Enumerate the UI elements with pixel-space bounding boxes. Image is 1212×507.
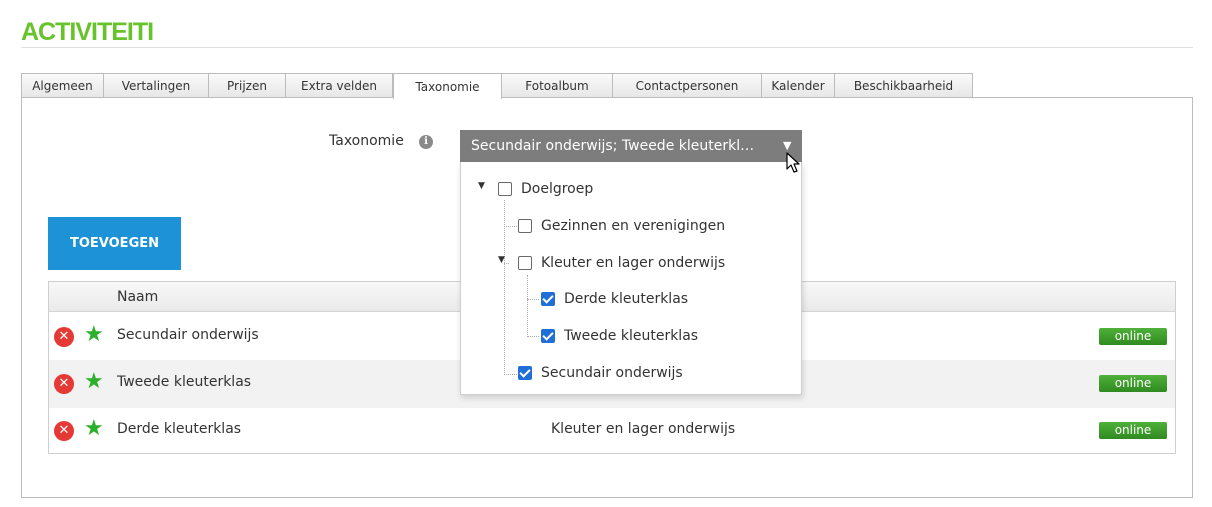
tab-contactpersonen[interactable]: Contactpersonen (613, 73, 762, 98)
checkbox[interactable] (518, 219, 532, 233)
mouse-cursor-icon (786, 152, 800, 173)
star-icon[interactable]: ★ (84, 417, 104, 441)
tab-vertalingen[interactable]: Vertalingen (104, 73, 209, 98)
delete-icon[interactable]: ✕ (54, 374, 74, 394)
tree-item-gezinnen[interactable]: Gezinnen en verenigingen (518, 215, 725, 237)
add-button[interactable]: TOEVOEGEN (48, 217, 181, 270)
taxonomy-select[interactable]: Secundair onderwijs; Tweede kleuterkl… ▼ (460, 130, 802, 162)
status-badge[interactable]: online (1099, 375, 1167, 392)
tree-item-label: Tweede kleuterklas (564, 328, 699, 344)
checkbox[interactable] (518, 256, 532, 270)
table-row: ✕ ★ Derde kleuterklas Kleuter en lager o… (49, 407, 1175, 455)
status-badge[interactable]: online (1099, 328, 1167, 345)
taxonomy-label: Taxonomie (329, 133, 404, 149)
tree-item-doelgroep[interactable]: Doelgroep (498, 178, 593, 200)
tree-connector (504, 226, 517, 227)
chevron-down-icon: ▼ (783, 139, 792, 152)
panel-bottom-border (21, 497, 1193, 498)
expand-triangle-icon[interactable]: ▼ (478, 181, 485, 191)
tree-item-label: Gezinnen en verenigingen (541, 218, 726, 234)
status-badge[interactable]: online (1099, 422, 1167, 439)
tree-item-kleuter-lager[interactable]: Kleuter en lager onderwijs (518, 252, 725, 274)
taxonomy-select-value: Secundair onderwijs; Tweede kleuterkl… (471, 138, 755, 154)
star-icon[interactable]: ★ (84, 370, 104, 394)
tab-prijzen[interactable]: Prijzen (209, 73, 286, 98)
tab-extra-velden[interactable]: Extra velden (286, 73, 393, 98)
row-name: Derde kleuterklas (117, 421, 242, 437)
star-icon[interactable]: ★ (84, 323, 104, 347)
taxonomy-dropdown: ▼ Doelgroep Gezinnen en verenigingen ▼ K… (460, 162, 802, 395)
tree-item-label: Doelgroep (521, 181, 594, 197)
row-name: Secundair onderwijs (117, 327, 259, 343)
row-name: Tweede kleuterklas (117, 374, 252, 390)
info-icon[interactable]: i (419, 135, 433, 149)
tree-connector (527, 336, 539, 337)
checkbox[interactable] (498, 182, 512, 196)
tab-beschikbaarheid[interactable]: Beschikbaarheid (835, 73, 973, 98)
tab-bar: Algemeen Vertalingen Prijzen Extra velde… (21, 73, 973, 99)
expand-triangle-icon[interactable]: ▼ (498, 255, 505, 265)
tree-item-label: Secundair onderwijs (541, 365, 683, 381)
title-divider (21, 47, 1193, 48)
tab-kalender[interactable]: Kalender (762, 73, 835, 98)
tree-connector (527, 299, 539, 300)
tree-item-secundair[interactable]: Secundair onderwijs (518, 362, 683, 384)
tree-connector (527, 275, 528, 337)
checkbox-checked[interactable] (541, 329, 555, 343)
tab-fotoalbum[interactable]: Fotoalbum (502, 73, 613, 98)
tree-item-label: Kleuter en lager onderwijs (541, 255, 726, 271)
page-title: ACTIVITEITI (21, 18, 154, 46)
delete-icon[interactable]: ✕ (54, 327, 74, 347)
checkbox-checked[interactable] (541, 292, 555, 306)
delete-icon[interactable]: ✕ (54, 421, 74, 441)
checkbox-checked[interactable] (518, 366, 532, 380)
tree-connector (504, 374, 517, 375)
column-header-naam[interactable]: Naam (117, 289, 158, 305)
tree-item-tweede-kleuterklas[interactable]: Tweede kleuterklas (541, 325, 698, 347)
tab-algemeen[interactable]: Algemeen (21, 73, 104, 98)
tree-item-derde-kleuterklas[interactable]: Derde kleuterklas (541, 288, 688, 310)
row-parent: Kleuter en lager onderwijs (551, 421, 736, 437)
tab-taxonomie[interactable]: Taxonomie (393, 73, 502, 99)
tree-item-label: Derde kleuterklas (564, 291, 689, 307)
